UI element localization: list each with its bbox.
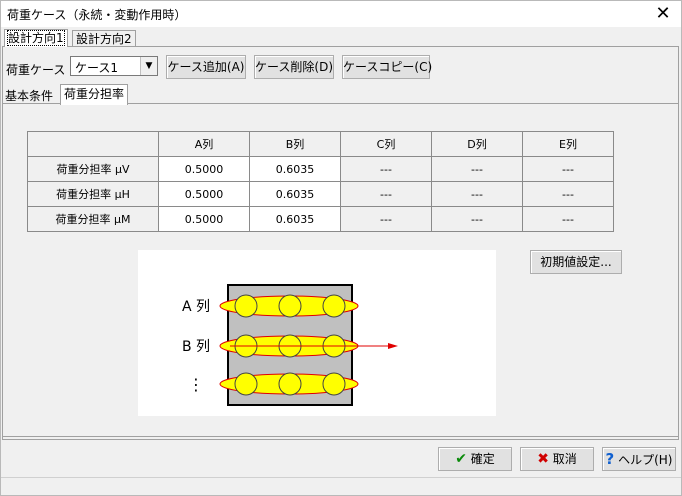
pile-circle: [278, 294, 302, 318]
pile-circle: [234, 294, 258, 318]
tab-direction-2[interactable]: 設計方向2: [72, 30, 136, 47]
table-cell: ---: [431, 206, 523, 232]
row-more-label: ⋮: [188, 375, 204, 394]
row-header: 荷重分担率 μV: [27, 156, 159, 182]
row-a-label: A 列: [182, 299, 210, 315]
table-cell: ---: [522, 181, 614, 207]
table-cell: ---: [522, 156, 614, 182]
table-cell[interactable]: 0.5000: [158, 181, 250, 207]
table-cell: ---: [431, 156, 523, 182]
question-icon: ?: [605, 450, 615, 468]
status-bar: [1, 477, 681, 495]
close-button[interactable]: ✕: [646, 1, 680, 27]
title-bar: 荷重ケース（永続・変動作用時）: [1, 1, 681, 27]
help-button[interactable]: ? ヘルプ(H): [602, 447, 676, 471]
check-icon: ✔: [455, 451, 467, 467]
tab-direction-2-label: 設計方向2: [76, 32, 132, 46]
pile-circle: [234, 372, 258, 396]
tab-direction-1-label: 設計方向1: [7, 30, 65, 46]
table-corner: [27, 131, 159, 157]
add-case-button[interactable]: ケース追加(A): [166, 55, 246, 79]
case-label: 荷重ケース: [6, 63, 66, 77]
table-cell: ---: [431, 181, 523, 207]
table-cell: ---: [522, 206, 614, 232]
x-icon: ✖: [537, 451, 549, 467]
column-header: A列: [158, 131, 250, 157]
row-b-label: B 列: [182, 339, 210, 355]
column-header: D列: [431, 131, 523, 157]
column-header: E列: [522, 131, 614, 157]
table-cell[interactable]: 0.5000: [158, 156, 250, 182]
table-cell[interactable]: 0.5000: [158, 206, 250, 232]
row-header: 荷重分担率 μM: [27, 206, 159, 232]
tab-direction-1[interactable]: 設計方向1: [4, 29, 68, 47]
case-select[interactable]: ケース1 ▼: [70, 56, 158, 76]
tab-load-share-label: 荷重分担率: [64, 87, 125, 101]
close-icon: ✕: [655, 3, 671, 24]
ok-button[interactable]: ✔ 確定: [438, 447, 512, 471]
column-header: B列: [249, 131, 341, 157]
pile-circle: [322, 294, 346, 318]
delete-case-button[interactable]: ケース削除(D): [254, 55, 334, 79]
diagram-svg: A 列 B 列 ⋮: [182, 284, 398, 406]
table-header-row: A列 B列 C列 D列 E列: [27, 131, 614, 157]
column-header: C列: [340, 131, 432, 157]
window-title: 荷重ケース（永続・変動作用時）: [7, 8, 187, 22]
arrow-head-icon: [388, 343, 398, 349]
ok-button-label: 確定: [470, 452, 495, 466]
load-share-table: A列 B列 C列 D列 E列 荷重分担率 μV 0.5000 0.6035 --…: [27, 131, 614, 232]
table-cell[interactable]: 0.6035: [249, 156, 341, 182]
tab-basic-conditions-label: 基本条件: [5, 89, 54, 103]
table-cell: ---: [340, 156, 432, 182]
tab-basic-conditions[interactable]: 基本条件: [5, 87, 53, 104]
table-cell[interactable]: 0.6035: [249, 206, 341, 232]
table-row: 荷重分担率 μV 0.5000 0.6035 --- --- ---: [27, 156, 614, 182]
load-share-diagram: A 列 B 列 ⋮: [138, 250, 496, 416]
chevron-down-icon[interactable]: ▼: [140, 57, 157, 75]
copy-case-button[interactable]: ケースコピー(C): [342, 55, 432, 79]
table-cell: ---: [340, 206, 432, 232]
initial-settings-button[interactable]: 初期値設定...: [530, 250, 622, 274]
pile-circle: [278, 372, 302, 396]
cancel-button-label: 取消: [552, 452, 577, 466]
tab-load-share[interactable]: 荷重分担率: [60, 84, 129, 105]
table-row: 荷重分担率 μM 0.5000 0.6035 --- --- ---: [27, 206, 614, 232]
case-select-value: ケース1: [75, 61, 119, 75]
pile-circle: [322, 372, 346, 396]
help-button-label: ヘルプ(H): [618, 453, 673, 467]
row-header: 荷重分担率 μH: [27, 181, 159, 207]
table-row: 荷重分担率 μH 0.5000 0.6035 --- --- ---: [27, 181, 614, 207]
table-cell[interactable]: 0.6035: [249, 181, 341, 207]
table-cell: ---: [340, 181, 432, 207]
cancel-button[interactable]: ✖ 取消: [520, 447, 594, 471]
